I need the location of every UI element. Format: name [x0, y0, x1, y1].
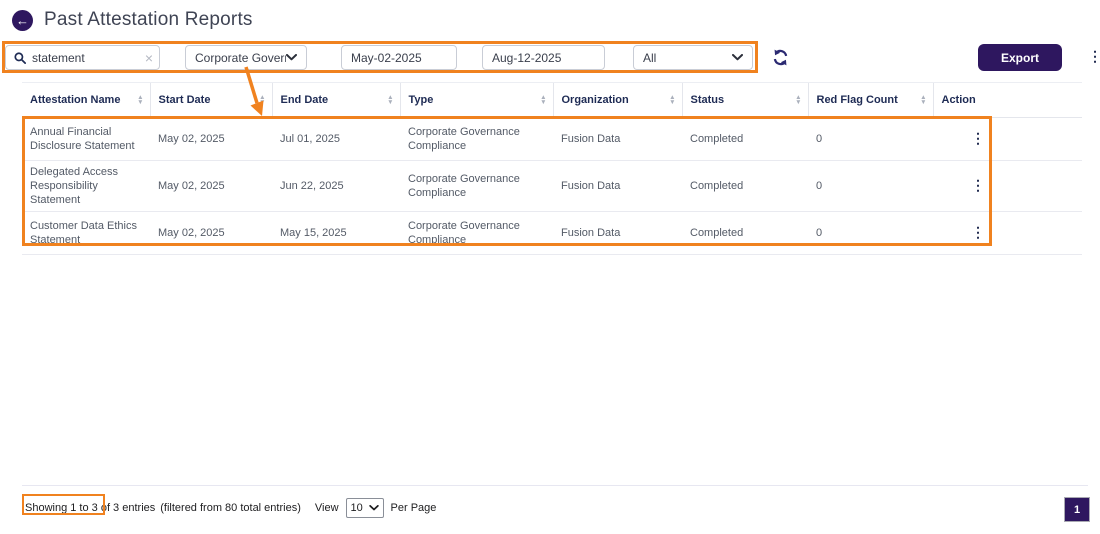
- col-header-attestation-name[interactable]: Attestation Name ▲ ▼: [22, 82, 150, 118]
- status-filter-value: All: [643, 50, 657, 65]
- cell-end-date: Jul 01, 2025: [272, 117, 400, 161]
- cell-organization: Fusion Data: [553, 160, 682, 212]
- search-input[interactable]: [32, 50, 139, 65]
- cell-attestation-name: Delegated Access Responsibility Statemen…: [22, 160, 150, 212]
- sort-icon[interactable]: ▲ ▼: [795, 94, 801, 106]
- cell-type: Corporate Governance Compliance: [400, 160, 553, 212]
- sort-icon[interactable]: ▲ ▼: [137, 94, 143, 106]
- table-row: Customer Data Ethics Statement May 02, 2…: [22, 211, 1082, 255]
- cell-status: Completed: [682, 160, 808, 212]
- start-date-value: May-02-2025: [351, 50, 422, 65]
- sort-icon[interactable]: ▲ ▼: [387, 94, 393, 106]
- sort-icon[interactable]: ▲ ▼: [540, 94, 546, 106]
- end-date-input[interactable]: Aug-12-2025: [482, 45, 605, 70]
- cell-attestation-name: Annual Financial Disclosure Statement: [22, 117, 150, 161]
- col-header-action: Action: [932, 82, 1082, 118]
- showing-entries-text: Showing 1 to 3 of 3 entries: [25, 502, 156, 514]
- col-header-type[interactable]: Type ▲ ▼: [399, 82, 553, 118]
- status-filter-select[interactable]: All: [633, 45, 753, 70]
- clear-search-icon[interactable]: ×: [145, 50, 153, 66]
- table-row: Annual Financial Disclosure Statement Ma…: [22, 117, 1082, 161]
- type-filter-value: Corporate Goverr: [195, 50, 286, 65]
- view-label: View: [314, 502, 339, 514]
- kebab-icon: ⋮: [971, 130, 985, 146]
- kebab-icon: ⋮: [1088, 48, 1100, 64]
- col-header-end-date[interactable]: End Date ▲ ▼: [271, 82, 400, 118]
- col-header-start-date[interactable]: Start Date ▲ ▼: [149, 82, 272, 118]
- kebab-icon: ⋮: [971, 224, 985, 240]
- cell-red-flag-count: 0: [808, 160, 933, 212]
- cell-start-date: May 02, 2025: [150, 211, 272, 255]
- row-kebab-menu[interactable]: ⋮: [971, 225, 985, 239]
- sort-icon[interactable]: ▲ ▼: [920, 94, 926, 106]
- col-header-red-flag-count[interactable]: Red Flag Count ▲ ▼: [807, 82, 933, 118]
- table-row: Delegated Access Responsibility Statemen…: [22, 160, 1082, 212]
- search-box[interactable]: ×: [5, 45, 160, 70]
- refresh-button[interactable]: [772, 49, 789, 66]
- pagination-page-1-button[interactable]: 1: [1064, 497, 1090, 522]
- chevron-down-icon: [732, 54, 743, 61]
- col-header-status[interactable]: Status ▲ ▼: [681, 82, 808, 118]
- attestation-table: Attestation Name ▲ ▼ Start Date ▲ ▼ End Date…: [22, 82, 1082, 255]
- cell-attestation-name: Customer Data Ethics Statement: [22, 211, 150, 255]
- type-filter-select[interactable]: Corporate Goverr: [185, 45, 307, 70]
- pagination-footer: Showing 1 to 3 of 3 entries (filtered fr…: [25, 497, 436, 519]
- per-page-label: Per Page: [390, 502, 437, 514]
- page-size-select[interactable]: 10: [345, 498, 384, 518]
- cell-type: Corporate Governance Compliance: [400, 211, 553, 255]
- cell-status: Completed: [682, 117, 808, 161]
- table-header-row: Attestation Name ▲ ▼ Start Date ▲ ▼ End Date…: [22, 82, 1082, 118]
- export-button[interactable]: Export: [978, 44, 1062, 71]
- filter-bar: × Corporate Goverr May-02-2025 Aug-12-20…: [0, 44, 1100, 71]
- back-button[interactable]: ←: [12, 9, 33, 31]
- cell-red-flag-count: 0: [808, 211, 933, 255]
- table-bottom-divider: [22, 485, 1088, 486]
- cell-action: ⋮: [933, 160, 1082, 212]
- sort-icon[interactable]: ▲ ▼: [669, 94, 675, 106]
- start-date-input[interactable]: May-02-2025: [341, 45, 457, 70]
- sort-icon[interactable]: ▲ ▼: [259, 94, 265, 106]
- row-kebab-menu[interactable]: ⋮: [971, 131, 985, 145]
- refresh-icon: [772, 49, 789, 66]
- page-header: ← Past Attestation Reports: [12, 9, 253, 31]
- cell-type: Corporate Governance Compliance: [400, 117, 553, 161]
- arrow-left-icon: ←: [16, 12, 29, 28]
- chevron-down-icon: [286, 54, 297, 61]
- cell-start-date: May 02, 2025: [150, 160, 272, 212]
- kebab-icon: ⋮: [971, 177, 985, 193]
- page-size-value: 10: [350, 502, 363, 514]
- filtered-entries-text: (filtered from 80 total entries): [160, 502, 301, 514]
- cell-start-date: May 02, 2025: [150, 117, 272, 161]
- row-kebab-menu[interactable]: ⋮: [971, 178, 985, 192]
- col-header-organization[interactable]: Organization ▲ ▼: [552, 82, 682, 118]
- page-title: Past Attestation Reports: [44, 9, 253, 30]
- cell-status: Completed: [682, 211, 808, 255]
- cell-action: ⋮: [933, 211, 1082, 255]
- toolbar-kebab-menu[interactable]: ⋮: [1088, 49, 1100, 63]
- chevron-down-icon: [368, 505, 379, 511]
- cell-end-date: Jun 22, 2025: [272, 160, 400, 212]
- cell-organization: Fusion Data: [553, 117, 682, 161]
- search-icon: [14, 51, 26, 64]
- cell-organization: Fusion Data: [553, 211, 682, 255]
- end-date-value: Aug-12-2025: [492, 50, 562, 65]
- cell-end-date: May 15, 2025: [272, 211, 400, 255]
- cell-red-flag-count: 0: [808, 117, 933, 161]
- cell-action: ⋮: [933, 117, 1082, 161]
